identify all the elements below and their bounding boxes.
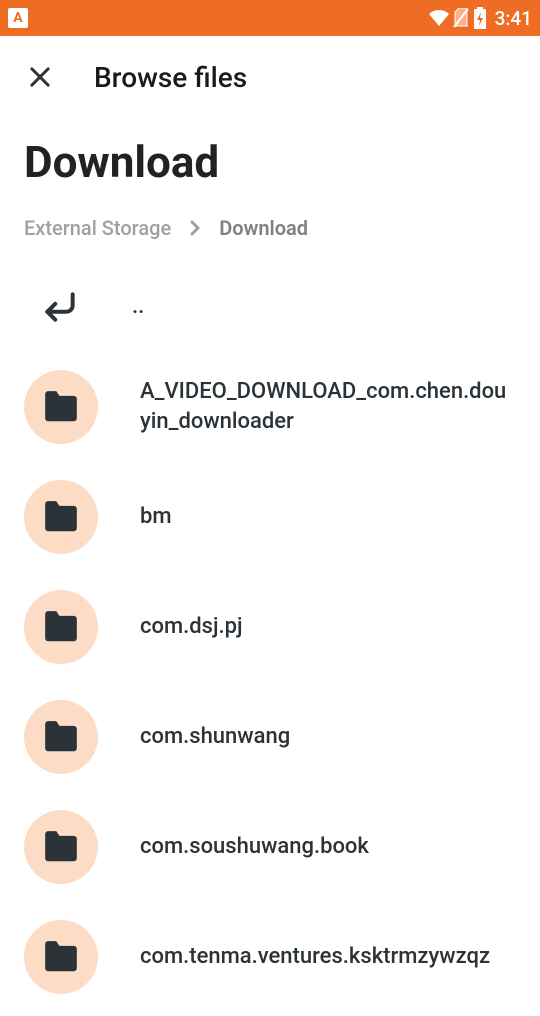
folder-icon	[24, 590, 98, 664]
folder-name: A_VIDEO_DOWNLOAD_com.chen.douyin_downloa…	[140, 377, 516, 436]
folder-icon	[24, 920, 98, 994]
folder-name: com.soushuwang.book	[140, 832, 369, 862]
status-bar: A 3:41	[0, 0, 540, 36]
folder-name: com.tenma.ventures.ksktrmzywzqz	[140, 942, 490, 972]
breadcrumb: External Storage Download	[0, 198, 540, 258]
toolbar-title: Browse files	[94, 61, 247, 94]
page-title: Download	[0, 118, 540, 198]
folder-icon	[24, 810, 98, 884]
parent-directory-item[interactable]: ..	[0, 262, 540, 352]
folder-item[interactable]: A_VIDEO_DOWNLOAD_com.chen.douyin_downloa…	[0, 352, 540, 462]
folder-icon	[24, 480, 98, 554]
folder-icon	[24, 370, 98, 444]
breadcrumb-current: Download	[219, 216, 308, 240]
status-left: A	[8, 8, 28, 28]
folder-name: bm	[140, 502, 172, 532]
folder-item[interactable]: com.tenma.ventures.ksktrmzywzqz	[0, 902, 540, 1012]
folder-name: com.shunwang	[140, 722, 290, 752]
parent-directory-label: ..	[132, 292, 144, 322]
folder-icon	[24, 700, 98, 774]
folder-item[interactable]: com.shunwang	[0, 682, 540, 792]
no-sim-icon	[453, 8, 469, 28]
chevron-right-icon	[189, 219, 201, 237]
wifi-icon	[429, 10, 449, 26]
file-list: .. A_VIDEO_DOWNLOAD_com.chen.douyin_down…	[0, 258, 540, 1016]
breadcrumb-root[interactable]: External Storage	[24, 216, 171, 240]
status-right: 3:41	[429, 7, 532, 30]
app-indicator-icon: A	[8, 8, 28, 28]
battery-charging-icon	[473, 7, 487, 29]
folder-item[interactable]: bm	[0, 462, 540, 572]
return-icon	[38, 288, 82, 326]
folder-name: com.dsj.pj	[140, 612, 242, 642]
close-button[interactable]	[22, 59, 58, 95]
folder-item[interactable]: com.soushuwang.book	[0, 792, 540, 902]
toolbar: Browse files	[0, 36, 540, 118]
status-time: 3:41	[495, 7, 532, 30]
close-icon	[26, 63, 54, 91]
folder-item[interactable]: com.dsj.pj	[0, 572, 540, 682]
